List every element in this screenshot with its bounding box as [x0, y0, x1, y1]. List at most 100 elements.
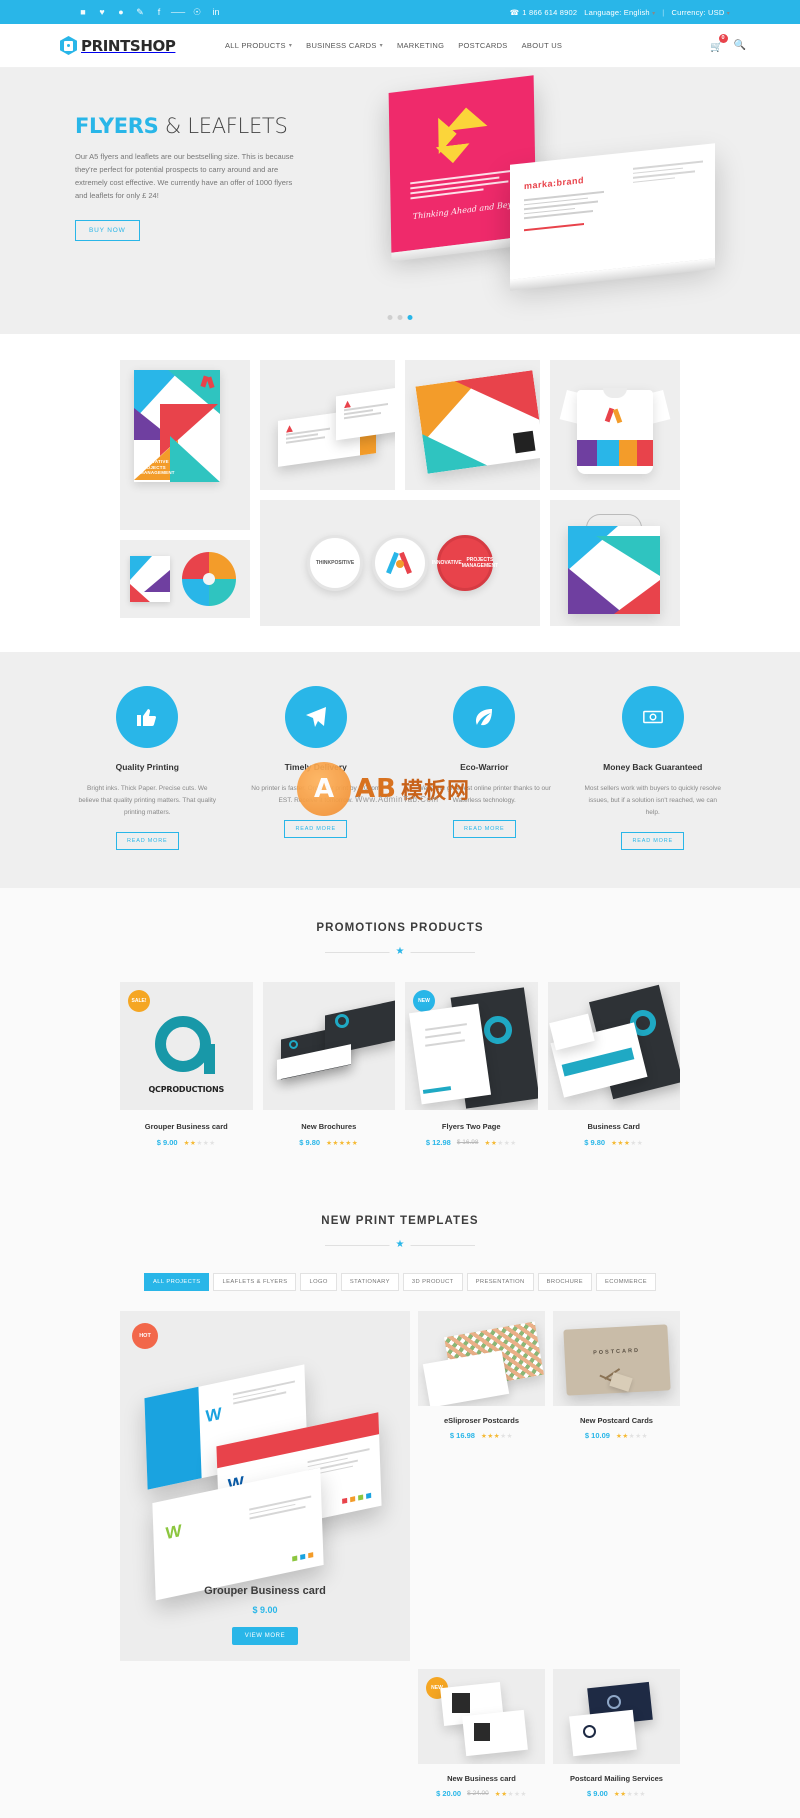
search-icon[interactable]: 🔍 [734, 40, 746, 51]
portfolio-heading: NEW PRINT TEMPLATES ★ [0, 1181, 800, 1252]
portfolio-thumbnail[interactable] [553, 1669, 680, 1765]
pencil-icon[interactable]: ✎ [135, 7, 145, 17]
portfolio-item[interactable]: POSTCARD New Postcard Cards $ 10.09 ★★★★… [553, 1311, 680, 1661]
portfolio-item[interactable]: Postcard Mailing Services $ 9.00 ★★★★★ [553, 1669, 680, 1798]
gallery-item-badges[interactable]: THINK POSITIVE INNOVATIVE PROJECTS MANAG… [260, 500, 540, 626]
badge-think-positive: THINK POSITIVE [307, 535, 363, 591]
product-name: New Brochures [301, 1122, 357, 1132]
product-rating: ★★★★★ [326, 1139, 359, 1147]
service-read-more-button[interactable]: READ MORE [284, 820, 347, 839]
phone-number[interactable]: ☎ 1 866 614 8902 [510, 8, 577, 17]
product-thumbnail[interactable] [262, 982, 395, 1111]
product-rating: ★★★★★ [611, 1139, 644, 1147]
pinterest-icon[interactable]: ☉ [192, 7, 202, 17]
service-read-more-button[interactable]: READ MORE [452, 820, 516, 839]
nav-item-marketing[interactable]: MARKETING [397, 41, 444, 50]
product-name: Flyers Two Page [441, 1122, 501, 1132]
facebook-icon[interactable]: f [154, 7, 164, 17]
chevron-down-icon: ▾ [652, 10, 656, 17]
gallery-item-card-disc[interactable] [120, 540, 250, 618]
phone-icon: ☎ [509, 7, 520, 17]
portfolio-featured-item[interactable]: HOT W W W Grouper Business card $ 9.00 V… [120, 1311, 410, 1662]
portfolio-item[interactable]: NEW New Business card $ 20.00 $ 24.00 ★★… [418, 1669, 545, 1798]
gallery-item-tshirt[interactable] [550, 360, 680, 490]
site-header: PRINTSHOP ALL PRODUCTS ▾ BUSINESS CARDS … [0, 24, 800, 68]
slider-dots[interactable] [387, 315, 413, 320]
portfolio-item-name: New Business card [447, 1774, 516, 1784]
portfolio-thumbnail[interactable]: POSTCARD [553, 1311, 680, 1407]
product-thumbnail[interactable] [547, 982, 680, 1111]
hero-copy: FLYERS & LEAFLETS Our A5 flyers and leaf… [75, 116, 300, 241]
linkedin-icon[interactable]: in [211, 7, 221, 17]
gallery-item-poster[interactable]: INNOVATIVE PROJECTS MANAGEMENT [120, 360, 250, 530]
twitter-icon[interactable]: ⸺ [170, 7, 185, 17]
hero-cta-button[interactable]: BUY NOW [75, 219, 140, 241]
view-more-button[interactable]: VIEW MORE [231, 1627, 299, 1646]
filter-ecommerce[interactable]: ECOMMERCE [596, 1273, 656, 1292]
pink-flyer-graphic [423, 110, 496, 173]
badge-innovative-projects: INNOVATIVE PROJECTS MANAGEMENT [432, 535, 498, 591]
nav-item-about-us[interactable]: ABOUT US [522, 41, 563, 50]
filter-3d-product[interactable]: 3D PRODUCT [402, 1273, 463, 1292]
pink-flyer-lines [410, 169, 515, 203]
paper-plane-icon [284, 686, 347, 748]
nav-item-business-cards[interactable]: BUSINESS CARDS ▾ [306, 41, 383, 50]
service-read-more-button[interactable]: READ MORE [621, 832, 684, 851]
slider-dot-2[interactable] [397, 315, 403, 320]
product-card[interactable]: New Brochures $ 9.80 ★★★★★ [262, 982, 395, 1148]
portfolio-item[interactable]: eSliproser Postcards $ 16.98 ★★★★★ [418, 1311, 545, 1661]
heart-icon[interactable]: ♥ [97, 7, 107, 17]
gallery-item-business-cards[interactable] [260, 360, 395, 490]
filter-logo[interactable]: LOGO [300, 1273, 337, 1292]
site-logo[interactable]: PRINTSHOP [50, 36, 225, 55]
chevron-down-icon: ▾ [726, 10, 730, 17]
product-price: $ 9.80 [299, 1138, 321, 1148]
gallery-item-shopping-bag[interactable] [550, 500, 680, 626]
product-thumbnail[interactable]: SALE! QCPRODUCTIONS [120, 982, 253, 1111]
page-root: ■ ♥ ● ✎ f ⸺ ☉ in ☎ 1 866 614 8902 Langua… [0, 0, 800, 1818]
sale-badge: SALE! [128, 990, 150, 1013]
cart-button[interactable]: 🛒 0 [710, 33, 728, 55]
divider: | [662, 7, 665, 17]
facebook-square-icon[interactable]: ■ [78, 7, 88, 17]
featured-price: $ 9.00 [252, 1605, 278, 1616]
social-links[interactable]: ■ ♥ ● ✎ f ⸺ ☉ in [70, 7, 221, 17]
slider-dot-1[interactable] [387, 315, 393, 320]
filter-brochure[interactable]: BROCHURE [537, 1273, 593, 1292]
featured-caption: Grouper Business card $ 9.00 VIEW MORE [120, 1585, 410, 1646]
product-thumbnail[interactable]: NEW [405, 982, 538, 1111]
product-name: Business Card [587, 1122, 641, 1132]
filter-all-projects[interactable]: ALL PROJECTS [144, 1273, 210, 1292]
portfolio-thumbnail[interactable]: NEW [418, 1669, 545, 1765]
product-old-price: $ 16.98 [456, 1139, 479, 1147]
product-card[interactable]: Business Card $ 9.80 ★★★★★ [547, 982, 680, 1147]
portfolio-item-name: eSliproser Postcards [443, 1416, 520, 1426]
filter-presentation[interactable]: PRESENTATION [466, 1273, 534, 1292]
product-card[interactable]: NEW Flyers Two Page $ 12.98 $ 16.98 ★★★★… [405, 982, 538, 1147]
currency-selector[interactable]: Currency: USD ▾ [671, 8, 730, 17]
main-navigation[interactable]: ALL PRODUCTS ▾ BUSINESS CARDS ▾ MARKETIN… [225, 41, 710, 50]
portfolio-filters[interactable]: ALL PROJECTS LEAFLETS & FLYERS LOGO STAT… [100, 1273, 700, 1292]
product-card[interactable]: SALE! QCPRODUCTIONS Grouper Business car… [120, 982, 253, 1147]
portfolio-section: NEW PRINT TEMPLATES ★ ALL PROJECTS LEAFL… [0, 1181, 800, 1818]
chevron-down-icon: ▾ [288, 43, 293, 49]
tshirt-stripe-artwork [577, 440, 653, 466]
tshirt-artwork [559, 376, 671, 480]
filter-stationary[interactable]: STATIONARY [340, 1273, 399, 1292]
language-selector[interactable]: Language: English ▾ [584, 8, 655, 17]
portfolio-thumbnail[interactable] [418, 1311, 545, 1407]
nav-item-postcards[interactable]: POSTCARDS [458, 41, 507, 50]
service-read-more-button[interactable]: READ MORE [115, 832, 179, 851]
nav-item-all-products[interactable]: ALL PRODUCTS ▾ [225, 41, 292, 50]
money-icon [621, 686, 684, 748]
gallery-item-envelope[interactable] [405, 360, 540, 490]
hot-badge: HOT [132, 1323, 158, 1350]
product-rating: ★★★★★ [484, 1139, 517, 1147]
product-name: Grouper Business card [144, 1122, 228, 1132]
qc-brand-text: QCPRODUCTIONS [148, 1085, 225, 1095]
filter-leaflets-flyers[interactable]: LEAFLETS & FLYERS [213, 1273, 297, 1292]
dribbble-icon[interactable]: ● [116, 7, 126, 17]
portfolio-item-meta: $ 16.98 ★★★★★ [418, 1431, 545, 1440]
service-item-quality-printing: Quality Printing Bright inks. Thick Pape… [70, 686, 225, 851]
slider-dot-3[interactable] [407, 315, 413, 320]
